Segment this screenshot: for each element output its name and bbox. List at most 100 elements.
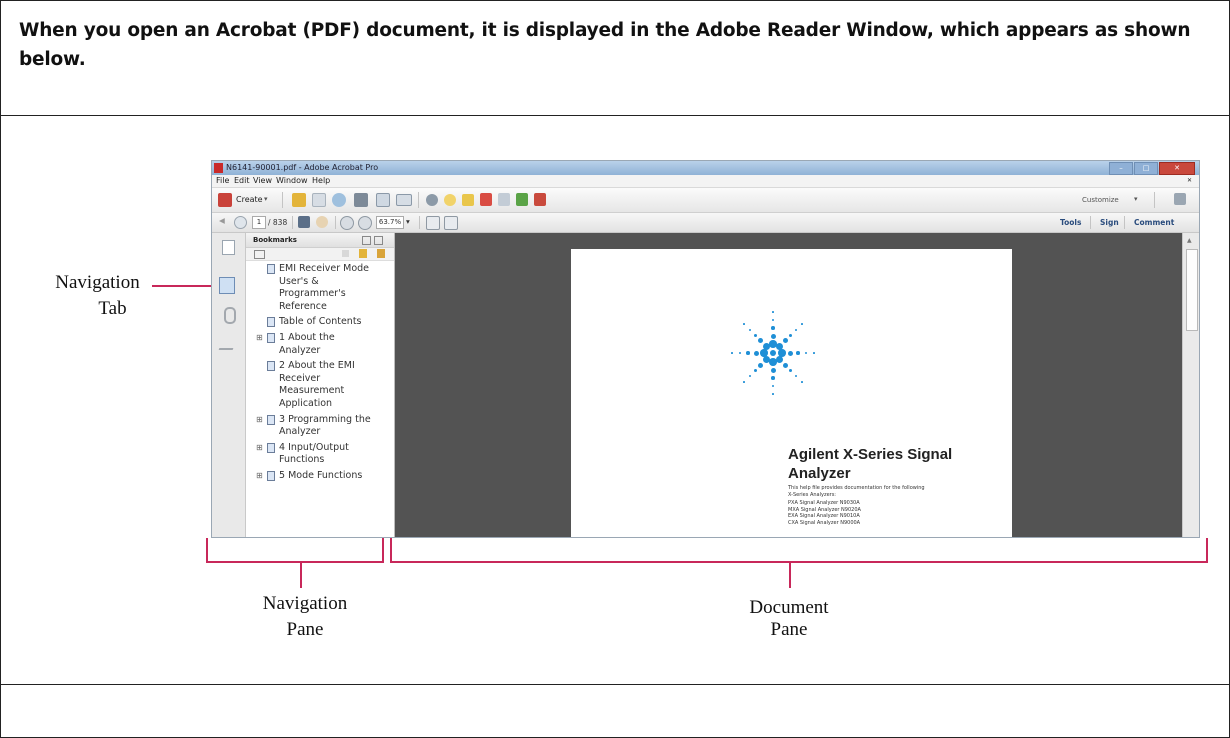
logo-dot	[795, 375, 798, 378]
bookmarks-title: Bookmarks	[253, 236, 297, 244]
attachments-paperclip-icon[interactable]	[224, 307, 236, 324]
callout-navigation-pane-line1: Navigation	[262, 593, 348, 614]
page-total: / 838	[268, 218, 288, 227]
expand-bookmark-icon[interactable]	[377, 249, 385, 258]
export-excel-icon[interactable]	[516, 193, 528, 206]
page-number-input[interactable]: 1	[252, 216, 266, 229]
maximize-button[interactable]: □	[1134, 162, 1158, 175]
edit-document-icon[interactable]	[376, 193, 390, 207]
create-chevron-icon[interactable]: ▾	[264, 195, 268, 203]
callout-document-pane-line2: Pane	[770, 619, 808, 640]
bookmark-label: 2 About the EMI	[279, 360, 355, 372]
bookmark-page-icon	[267, 414, 275, 425]
signatures-icon[interactable]	[218, 337, 238, 350]
comment-bubble-icon[interactable]	[444, 194, 456, 206]
zoom-in-icon[interactable]	[358, 216, 372, 230]
bookmark-page-icon	[267, 333, 275, 343]
bookmark-label: EMI Receiver Mode	[279, 263, 370, 274]
close-button[interactable]: ✕	[1159, 162, 1195, 175]
logo-dot	[758, 338, 764, 344]
document-title: Agilent X-Series Signal Analyzer	[788, 445, 952, 483]
bookmark-expand-icon[interactable]: ⊞	[256, 471, 263, 480]
navigation-toolbar: ◀ 1 / 838 63.7% ▾ Tools Sign Comment	[212, 213, 1199, 233]
logo-dot	[770, 333, 776, 339]
create-menu[interactable]: Create	[236, 195, 263, 204]
zoom-chevron-icon[interactable]: ▾	[406, 217, 410, 226]
customize-menu[interactable]: Customize	[1082, 196, 1119, 204]
bookmark-label: Measurement	[279, 385, 345, 397]
menu-file[interactable]: File	[216, 176, 229, 185]
logo-dot	[748, 328, 751, 331]
comment-tab[interactable]: Comment	[1134, 218, 1174, 227]
logo-dot	[804, 351, 808, 355]
previous-page-icon[interactable]: ◀	[219, 216, 225, 225]
menu-help[interactable]: Help	[312, 176, 330, 185]
hand-tool-icon[interactable]	[316, 216, 328, 228]
logo-dot	[769, 358, 777, 366]
bookmark-label: Analyzer	[279, 344, 321, 356]
pane-close-icon[interactable]	[374, 236, 383, 245]
zoom-out-icon[interactable]	[340, 216, 354, 230]
bookmark-label: 4 Input/Output	[279, 441, 349, 453]
bookmark-expand-icon[interactable]: ⊞	[256, 443, 263, 452]
expand-view-icon[interactable]	[1174, 193, 1186, 205]
divider-top	[0, 115, 1230, 116]
customize-chevron-icon[interactable]: ▾	[1134, 195, 1138, 203]
vertical-scrollbar[interactable]: ▲	[1182, 233, 1199, 537]
callout-navigation-pane-line2: Pane	[286, 619, 324, 640]
save-icon[interactable]	[312, 193, 326, 207]
menu-edit[interactable]: Edit	[234, 176, 250, 185]
scroll-up-icon[interactable]: ▲	[1187, 237, 1192, 244]
bookmark-label: Table of Contents	[279, 316, 362, 328]
create-icon[interactable]	[218, 193, 232, 207]
zoom-level-input[interactable]: 63.7%	[376, 216, 404, 229]
scrollbar-thumb[interactable]	[1186, 249, 1198, 331]
bookmark-label: Receiver	[279, 372, 321, 384]
logo-dot	[770, 367, 776, 373]
main-toolbar: Create ▾ Customize ▾	[212, 188, 1199, 213]
bookmark-label: Analyzer	[279, 426, 321, 438]
bookmarks-tab-icon[interactable]	[219, 277, 235, 294]
minimize-button[interactable]: –	[1109, 162, 1133, 175]
toolbar-separator	[1090, 216, 1091, 229]
page-thumbnails-icon[interactable]	[222, 240, 235, 255]
logo-dot	[748, 375, 751, 378]
logo-dot	[801, 381, 803, 383]
bookmark-expand-icon[interactable]: ⊞	[256, 415, 263, 424]
cloud-icon[interactable]	[332, 193, 346, 207]
highlight-icon[interactable]	[462, 194, 474, 206]
callout-document-pane: Document Pane	[714, 597, 864, 641]
fit-width-icon[interactable]	[444, 216, 458, 230]
toolbar-separator	[292, 216, 293, 229]
security-icon[interactable]	[534, 193, 546, 206]
menu-window[interactable]: Window	[276, 176, 308, 185]
fit-page-icon[interactable]	[426, 216, 440, 230]
next-page-icon[interactable]	[234, 216, 247, 229]
select-tool-icon[interactable]	[298, 216, 310, 228]
print-icon[interactable]	[354, 193, 368, 207]
bookmark-expand-icon[interactable]: ⊞	[256, 333, 263, 342]
tools-tab[interactable]: Tools	[1060, 218, 1081, 227]
delete-bookmark-icon[interactable]	[342, 250, 349, 257]
logo-dot	[731, 352, 733, 354]
menu-view[interactable]: View	[253, 176, 272, 185]
pdf-combine-icon[interactable]	[498, 193, 510, 206]
settings-gear-icon[interactable]	[426, 194, 438, 206]
bookmark-label: 1 About the	[279, 332, 335, 343]
bookmark-label: 5 Mode Functions	[279, 470, 363, 481]
logo-dot	[760, 349, 768, 357]
pane-options-icon[interactable]	[362, 236, 371, 245]
open-folder-icon[interactable]	[292, 193, 306, 207]
logo-dot	[813, 352, 815, 354]
menu-close-doc-icon[interactable]: ✕	[1187, 177, 1192, 184]
pdf-convert-icon[interactable]	[480, 193, 492, 206]
bookmark-options-icon[interactable]	[254, 250, 265, 259]
email-icon[interactable]	[396, 194, 412, 206]
sign-tab[interactable]: Sign	[1100, 218, 1119, 227]
bookmark-page-icon	[267, 361, 275, 372]
bracket-nav-right	[382, 538, 384, 563]
new-bookmark-icon[interactable]	[359, 249, 367, 258]
logo-dot	[746, 351, 750, 355]
bookmarks-header: Bookmarks	[246, 233, 394, 248]
logo-dot	[796, 351, 800, 355]
